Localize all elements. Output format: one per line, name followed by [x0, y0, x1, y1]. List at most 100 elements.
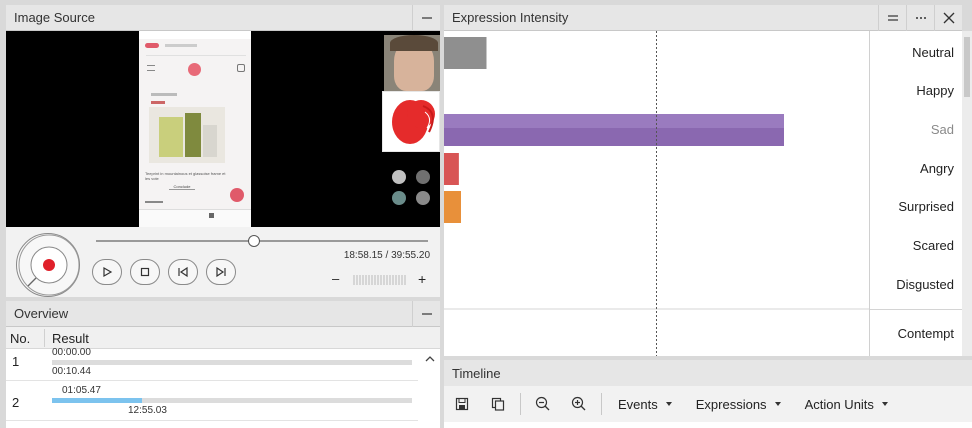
zoom-out-icon	[535, 396, 550, 411]
participant-video-top	[384, 35, 440, 91]
expression-label-contempt: Contempt	[897, 326, 954, 341]
stop-button[interactable]	[130, 259, 160, 285]
expression-label-neutral: Neutral	[912, 45, 954, 60]
expression-label-disgusted: Disgusted	[896, 277, 954, 292]
events-label: Events	[618, 396, 658, 412]
expression-label-angry: Angry	[920, 161, 954, 176]
toolbar-divider	[520, 393, 521, 415]
action-units-label: Action Units	[804, 396, 874, 412]
mini-avatar-1[interactable]	[392, 170, 406, 184]
expression-title: Expression Intensity	[452, 10, 569, 25]
red-scribble-icon	[392, 100, 435, 144]
copy-icon	[491, 397, 505, 411]
overview-table: No. Result 1 00:00.00 00:10.44 2 01:05.4…	[6, 327, 440, 428]
bar-neutral	[444, 37, 487, 69]
chevron-down-icon	[774, 402, 781, 406]
save-button[interactable]	[444, 388, 480, 420]
row-number: 2	[12, 395, 20, 410]
speed-increase-button[interactable]: +	[418, 271, 426, 287]
image-source-title: Image Source	[14, 10, 95, 25]
bar-angry	[444, 153, 459, 185]
chevron-down-icon	[881, 402, 888, 406]
expressions-dropdown[interactable]: Expressions	[684, 397, 793, 412]
column-no[interactable]: No.	[10, 331, 30, 346]
bar-surprised	[444, 191, 461, 223]
right-scrollbar[interactable]	[962, 31, 972, 356]
minimize-button[interactable]	[412, 4, 440, 31]
phone-caption: Teeprint in mountainous et glassoise fra…	[145, 171, 226, 181]
phone-button: Conclude	[169, 184, 195, 190]
stop-icon	[140, 267, 150, 277]
table-row[interactable]: 1 00:00.00 00:10.44	[6, 347, 418, 381]
zoom-in-icon	[571, 396, 586, 411]
row-number: 1	[12, 354, 20, 369]
expression-close-button[interactable]	[934, 4, 962, 31]
minimize-icon	[421, 312, 432, 315]
label-separator	[870, 309, 963, 310]
row-start-time: 00:00.00	[52, 347, 91, 358]
zoom-in-button[interactable]	[561, 388, 597, 420]
toolbar-divider	[601, 393, 602, 415]
phone-share-icon	[230, 188, 244, 202]
row-progress-fill	[52, 398, 142, 403]
expression-label-sad: Sad	[930, 122, 954, 137]
expression-chart	[444, 31, 869, 356]
row-end-time: 00:10.44	[52, 366, 91, 377]
hamburger-icon	[887, 14, 898, 21]
copy-button[interactable]	[480, 388, 516, 420]
product-image	[149, 107, 225, 163]
row-start-time: 01:05.47	[62, 385, 101, 396]
speed-decrease-button[interactable]: –	[332, 271, 339, 286]
video-viewport[interactable]: Teeprint in mountainous et glassoise fra…	[6, 31, 440, 227]
mini-avatar-4[interactable]	[416, 191, 430, 205]
expression-label-surprised: Surprised	[898, 199, 954, 214]
image-source-header: Image Source	[6, 4, 440, 31]
play-icon	[103, 266, 113, 278]
timeline-toolbar: Events Expressions Action Units	[444, 386, 972, 422]
bar-sad-highlight	[444, 114, 784, 128]
overview-title: Overview	[14, 306, 69, 321]
mini-avatar-3[interactable]	[392, 191, 406, 205]
minimize-icon	[421, 16, 432, 19]
timeline-title: Timeline	[452, 365, 501, 381]
expression-label-scared: Scared	[912, 238, 954, 253]
phone-logo	[188, 63, 201, 76]
timeline-canvas[interactable]	[444, 422, 972, 428]
overview-minimize-button[interactable]	[412, 300, 440, 327]
playback-controls: 18:58.15 / 39:55.20 – +	[6, 227, 440, 297]
overview-header: Overview	[6, 300, 440, 327]
table-row[interactable]: 2 01:05.47 12:55.03	[6, 381, 418, 421]
table-header: No. Result	[6, 327, 440, 349]
mini-avatar-2[interactable]	[416, 170, 430, 184]
speed-slider-icon[interactable]	[352, 274, 408, 286]
phone-screen: Teeprint in mountainous et glassoise fra…	[139, 31, 251, 227]
zoom-out-button[interactable]	[525, 388, 561, 420]
chevron-down-icon	[665, 402, 672, 406]
seek-handle[interactable]	[247, 235, 260, 247]
expression-header: Expression Intensity	[444, 4, 962, 31]
play-button[interactable]	[92, 259, 122, 285]
record-button[interactable]	[16, 233, 80, 297]
next-frame-button[interactable]	[206, 259, 236, 285]
expression-labels: Neutral Happy Sad Angry Surprised Scared Disgu…	[869, 31, 963, 356]
expression-menu-button[interactable]	[878, 4, 906, 31]
chevron-up-icon	[425, 356, 435, 362]
step-back-icon	[178, 266, 188, 278]
previous-frame-button[interactable]	[168, 259, 198, 285]
expression-bars	[444, 31, 869, 356]
step-forward-icon	[216, 266, 226, 278]
participant-video-highlighted[interactable]	[382, 91, 440, 152]
record-icon	[18, 234, 79, 296]
events-dropdown[interactable]: Events	[606, 397, 684, 412]
save-icon	[455, 397, 469, 411]
more-icon	[915, 16, 926, 19]
seek-track[interactable]	[96, 240, 428, 242]
row-progress-track	[52, 398, 412, 403]
expression-more-button[interactable]	[906, 4, 934, 31]
expressions-label: Expressions	[695, 396, 767, 412]
scroll-up-button[interactable]	[420, 349, 440, 369]
action-units-dropdown[interactable]: Action Units	[793, 397, 900, 412]
column-result[interactable]: Result	[52, 331, 89, 346]
time-display: 18:58.15 / 39:55.20	[343, 250, 430, 261]
phone-app-badge	[145, 43, 159, 48]
